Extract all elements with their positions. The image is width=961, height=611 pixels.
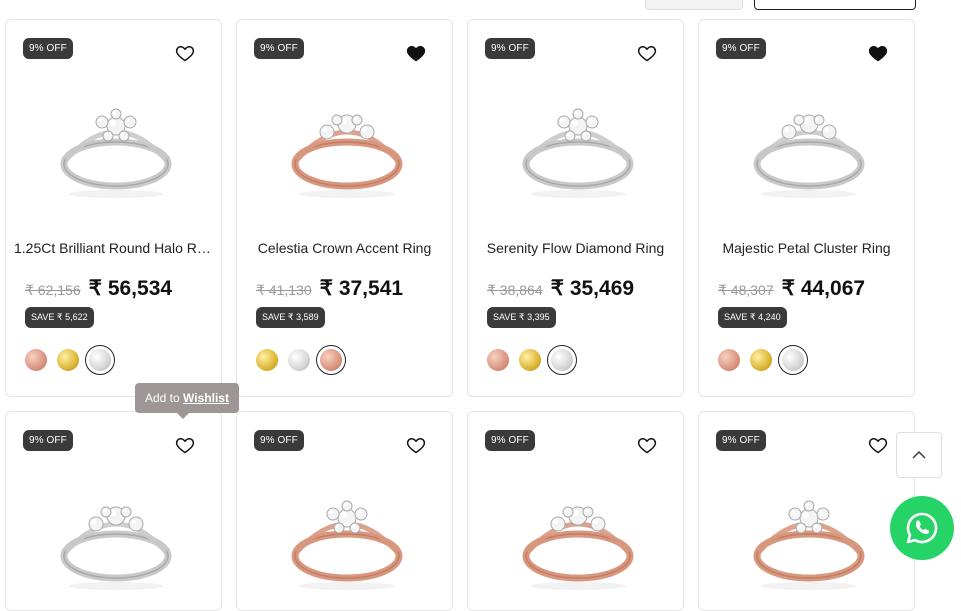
metal-swatch-yellow[interactable] bbox=[519, 349, 541, 371]
product-card[interactable]: 9% OFF Majestic Petal Cluster Ring ₹ 48,30… bbox=[698, 19, 915, 397]
product-image[interactable] bbox=[729, 64, 889, 224]
product-image[interactable] bbox=[729, 456, 889, 610]
original-price: ₹ 38,864 bbox=[487, 282, 543, 298]
product-title[interactable]: 1.25Ct Brilliant Round Halo Ring bbox=[6, 240, 221, 256]
heart-icon[interactable] bbox=[637, 435, 657, 455]
product-image[interactable] bbox=[36, 64, 196, 224]
whatsapp-chat-button[interactable] bbox=[890, 496, 954, 560]
product-image[interactable] bbox=[267, 456, 427, 610]
sale-price: ₹ 35,469 bbox=[550, 277, 635, 300]
product-image[interactable] bbox=[36, 456, 196, 610]
product-card[interactable]: 9% OFF 1.25Ct Brilliant Round Halo Ring ₹ … bbox=[5, 19, 222, 397]
product-image[interactable] bbox=[267, 64, 427, 224]
product-card[interactable]: 9% OFF bbox=[698, 411, 915, 611]
savings-badge: SAVE ₹ 4,240 bbox=[718, 307, 787, 328]
discount-badge: 9% OFF bbox=[716, 430, 766, 451]
metal-swatch-rose[interactable] bbox=[25, 349, 47, 371]
metal-swatches bbox=[25, 345, 115, 375]
discount-badge: 9% OFF bbox=[716, 38, 766, 59]
whatsapp-icon bbox=[906, 512, 938, 544]
metal-swatch-white[interactable] bbox=[778, 345, 808, 375]
sort-dropdown[interactable] bbox=[645, 0, 743, 10]
sale-price: ₹ 56,534 bbox=[88, 277, 173, 300]
discount-badge: 9% OFF bbox=[254, 38, 304, 59]
tooltip-prefix: Add to bbox=[145, 391, 180, 405]
product-card[interactable]: 9% OFF bbox=[467, 411, 684, 611]
savings-badge: SAVE ₹ 5,622 bbox=[25, 307, 94, 328]
sale-price: ₹ 37,541 bbox=[319, 277, 404, 300]
tooltip-wishlist-link[interactable]: Wishlist bbox=[183, 391, 229, 405]
filter-button[interactable] bbox=[754, 0, 916, 10]
metal-swatches bbox=[487, 345, 577, 375]
price-row: ₹ 62,156 ₹ 56,534 bbox=[25, 276, 172, 301]
metal-swatch-white[interactable] bbox=[547, 345, 577, 375]
original-price: ₹ 62,156 bbox=[25, 282, 81, 298]
savings-badge: SAVE ₹ 3,395 bbox=[487, 307, 556, 328]
metal-swatch-white[interactable] bbox=[85, 345, 115, 375]
metal-swatches bbox=[256, 345, 346, 375]
product-card[interactable]: 9% OFF Celestia Crown Accent Ring ₹ 41,130… bbox=[236, 19, 453, 397]
product-image[interactable] bbox=[498, 64, 658, 224]
heart-icon[interactable] bbox=[406, 43, 426, 63]
product-card[interactable]: 9% OFF Serenity Flow Diamond Ring ₹ 38,864… bbox=[467, 19, 684, 397]
heart-icon[interactable] bbox=[406, 435, 426, 455]
metal-swatch-yellow[interactable] bbox=[57, 349, 79, 371]
heart-icon[interactable] bbox=[175, 435, 195, 455]
product-card[interactable]: 9% OFF bbox=[5, 411, 222, 611]
heart-icon[interactable] bbox=[175, 43, 195, 63]
metal-swatch-rose[interactable] bbox=[316, 345, 346, 375]
metal-swatch-yellow[interactable] bbox=[256, 349, 278, 371]
discount-badge: 9% OFF bbox=[23, 430, 73, 451]
heart-icon[interactable] bbox=[868, 435, 888, 455]
price-row: ₹ 48,307 ₹ 44,067 bbox=[718, 276, 865, 301]
product-title[interactable]: Serenity Flow Diamond Ring bbox=[468, 240, 683, 256]
discount-badge: 9% OFF bbox=[254, 430, 304, 451]
metal-swatch-rose[interactable] bbox=[718, 349, 740, 371]
sale-price: ₹ 44,067 bbox=[781, 277, 866, 300]
heart-icon[interactable] bbox=[637, 43, 657, 63]
savings-badge: SAVE ₹ 3,589 bbox=[256, 307, 325, 328]
chevron-up-icon bbox=[912, 451, 926, 459]
price-row: ₹ 41,130 ₹ 37,541 bbox=[256, 276, 403, 301]
product-image[interactable] bbox=[498, 456, 658, 610]
discount-badge: 9% OFF bbox=[23, 38, 73, 59]
price-row: ₹ 38,864 ₹ 35,469 bbox=[487, 276, 634, 301]
product-title[interactable]: Majestic Petal Cluster Ring bbox=[699, 240, 914, 256]
scroll-to-top-button[interactable] bbox=[896, 432, 942, 478]
metal-swatches bbox=[718, 345, 808, 375]
product-title[interactable]: Celestia Crown Accent Ring bbox=[237, 240, 452, 256]
product-card[interactable]: 9% OFF bbox=[236, 411, 453, 611]
discount-badge: 9% OFF bbox=[485, 38, 535, 59]
metal-swatch-yellow[interactable] bbox=[750, 349, 772, 371]
metal-swatch-white[interactable] bbox=[288, 349, 310, 371]
wishlist-tooltip: Add to Wishlist bbox=[135, 383, 239, 419]
discount-badge: 9% OFF bbox=[485, 430, 535, 451]
original-price: ₹ 41,130 bbox=[256, 282, 312, 298]
heart-icon[interactable] bbox=[868, 43, 888, 63]
metal-swatch-rose[interactable] bbox=[487, 349, 509, 371]
original-price: ₹ 48,307 bbox=[718, 282, 774, 298]
